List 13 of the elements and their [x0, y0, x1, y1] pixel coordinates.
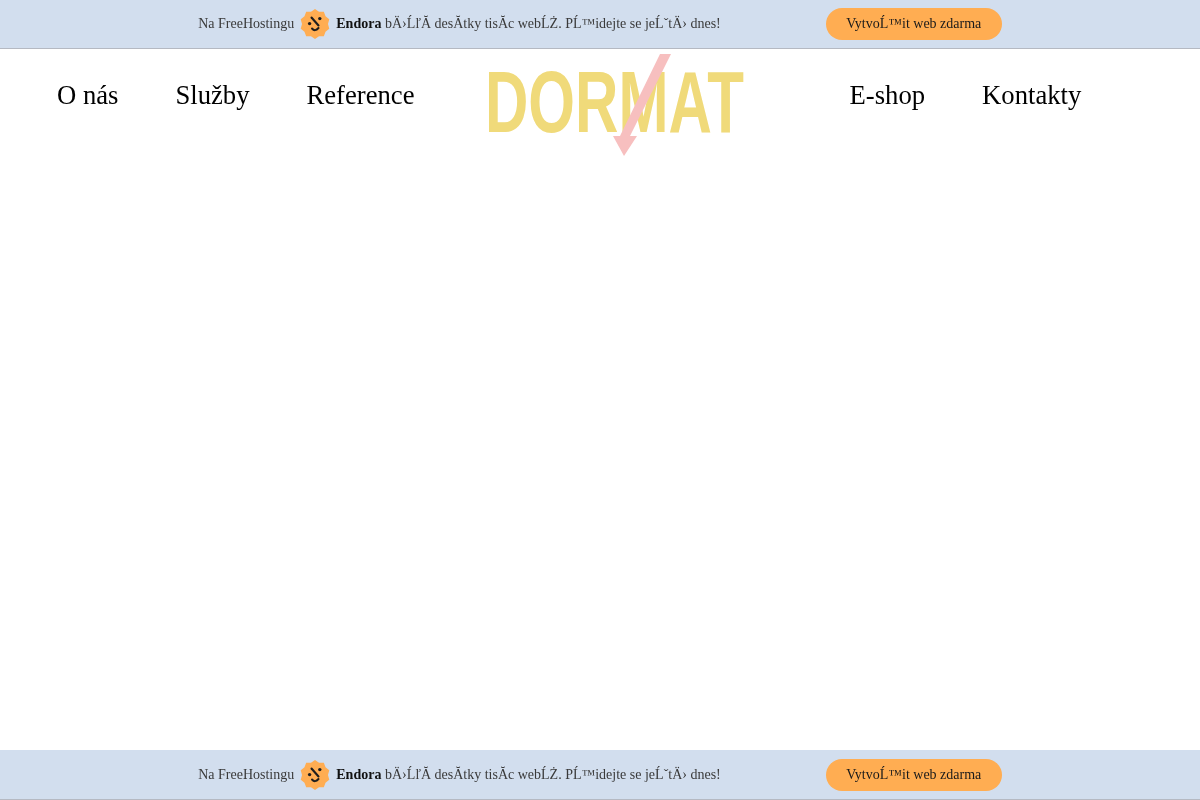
nav-link[interactable]: E-shop: [849, 80, 926, 111]
promo-text: Na FreeHostingu: [198, 16, 295, 32]
nav-link[interactable]: Kontakty: [982, 80, 1082, 111]
smiley-badge-icon: [300, 759, 331, 790]
promo-message: Endora bÄ›ĹľĂ desĂtky tisĂc webĹŻ. PĹ™idejte se jeĹˇtÄ› dnes!: [336, 766, 721, 783]
promo-message: Endora bÄ›ĹľĂ desĂtky tisĂc webĹŻ. PĹ™idejte se jeĹˇtÄ› dnes!: [336, 16, 721, 32]
nav-link[interactable]: Reference: [306, 80, 415, 111]
nav-link[interactable]: O nás: [57, 80, 119, 111]
nav-link[interactable]: Služby: [175, 80, 250, 111]
smiley-badge-icon: [300, 9, 331, 39]
promo-text: Na FreeHostingu: [198, 766, 295, 783]
create-website-button[interactable]: VytvoĹ™it web zdarma: [825, 758, 1002, 791]
create-website-button[interactable]: VytvoĹ™it web zdarma: [825, 8, 1002, 40]
